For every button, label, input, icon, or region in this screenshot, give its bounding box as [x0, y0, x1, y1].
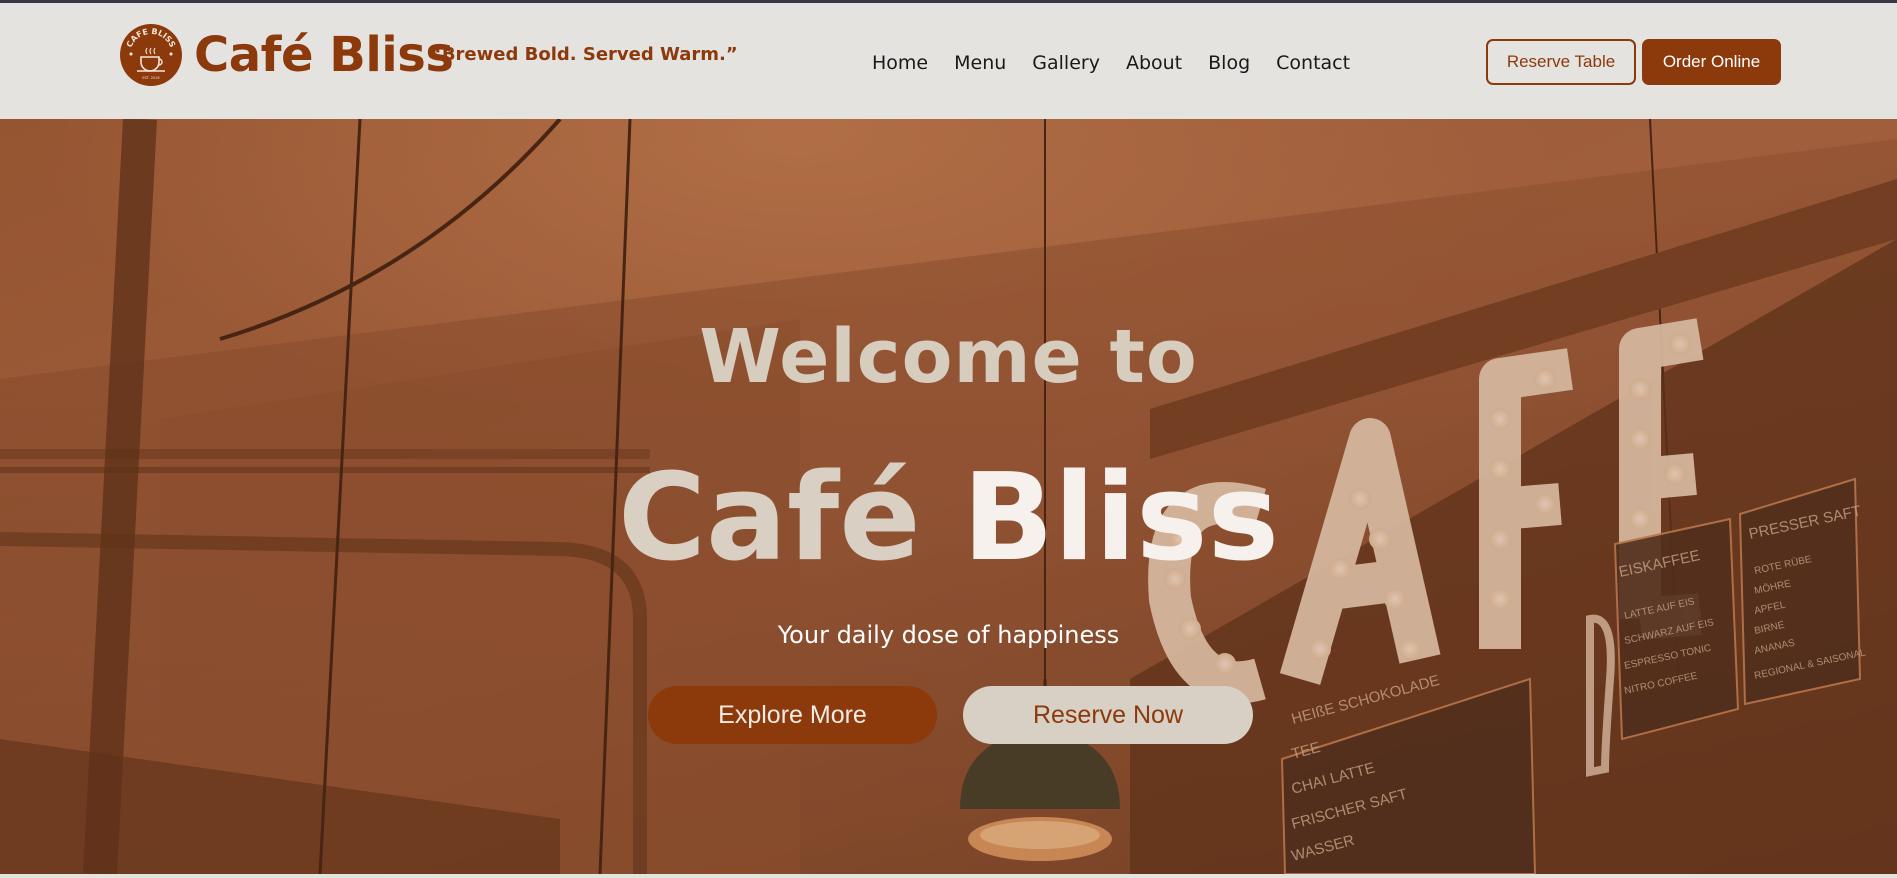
hero-welcome-text: Welcome to [699, 314, 1198, 400]
nav-menu[interactable]: Menu [954, 52, 1006, 74]
page-bottom-strip [0, 874, 1897, 878]
coffee-cup-icon: CAFE BLISS EST. 2016 [125, 27, 177, 80]
logo-ring-text: CAFE BLISS [125, 27, 177, 49]
hero-subtitle: Your daily dose of happiness [777, 621, 1120, 649]
logo[interactable]: CAFE BLISS EST. 2016 [120, 24, 182, 86]
nav-home[interactable]: Home [872, 52, 928, 74]
explore-more-button[interactable]: Explore More [648, 686, 937, 744]
logo-small-text: EST. 2016 [142, 76, 159, 80]
order-online-button[interactable]: Order Online [1642, 39, 1781, 85]
hero-section: HEIßE SCHOKOLADE TEE CHAI LATTE FRISCHER… [0, 119, 1897, 874]
reserve-table-button[interactable]: Reserve Table [1486, 39, 1636, 85]
hero-title: Café Bliss [0, 449, 1897, 588]
nav-contact[interactable]: Contact [1276, 52, 1350, 74]
reserve-now-button[interactable]: Reserve Now [963, 686, 1253, 744]
nav-blog[interactable]: Blog [1208, 52, 1250, 74]
brand-name[interactable]: Café Bliss [194, 27, 454, 83]
nav-gallery[interactable]: Gallery [1032, 52, 1100, 74]
svg-text:CAFE BLISS: CAFE BLISS [125, 27, 177, 49]
main-nav: Home Menu Gallery About Blog Contact [872, 52, 1376, 74]
hero-title-bliss: Bliss [962, 449, 1279, 588]
nav-about[interactable]: About [1126, 52, 1182, 74]
hero-title-cafe: Café [617, 449, 921, 588]
site-header: CAFE BLISS EST. 2016 Café Bliss “Brewed … [0, 3, 1897, 119]
tagline: “Brewed Bold. Served Warm.” [430, 44, 738, 65]
